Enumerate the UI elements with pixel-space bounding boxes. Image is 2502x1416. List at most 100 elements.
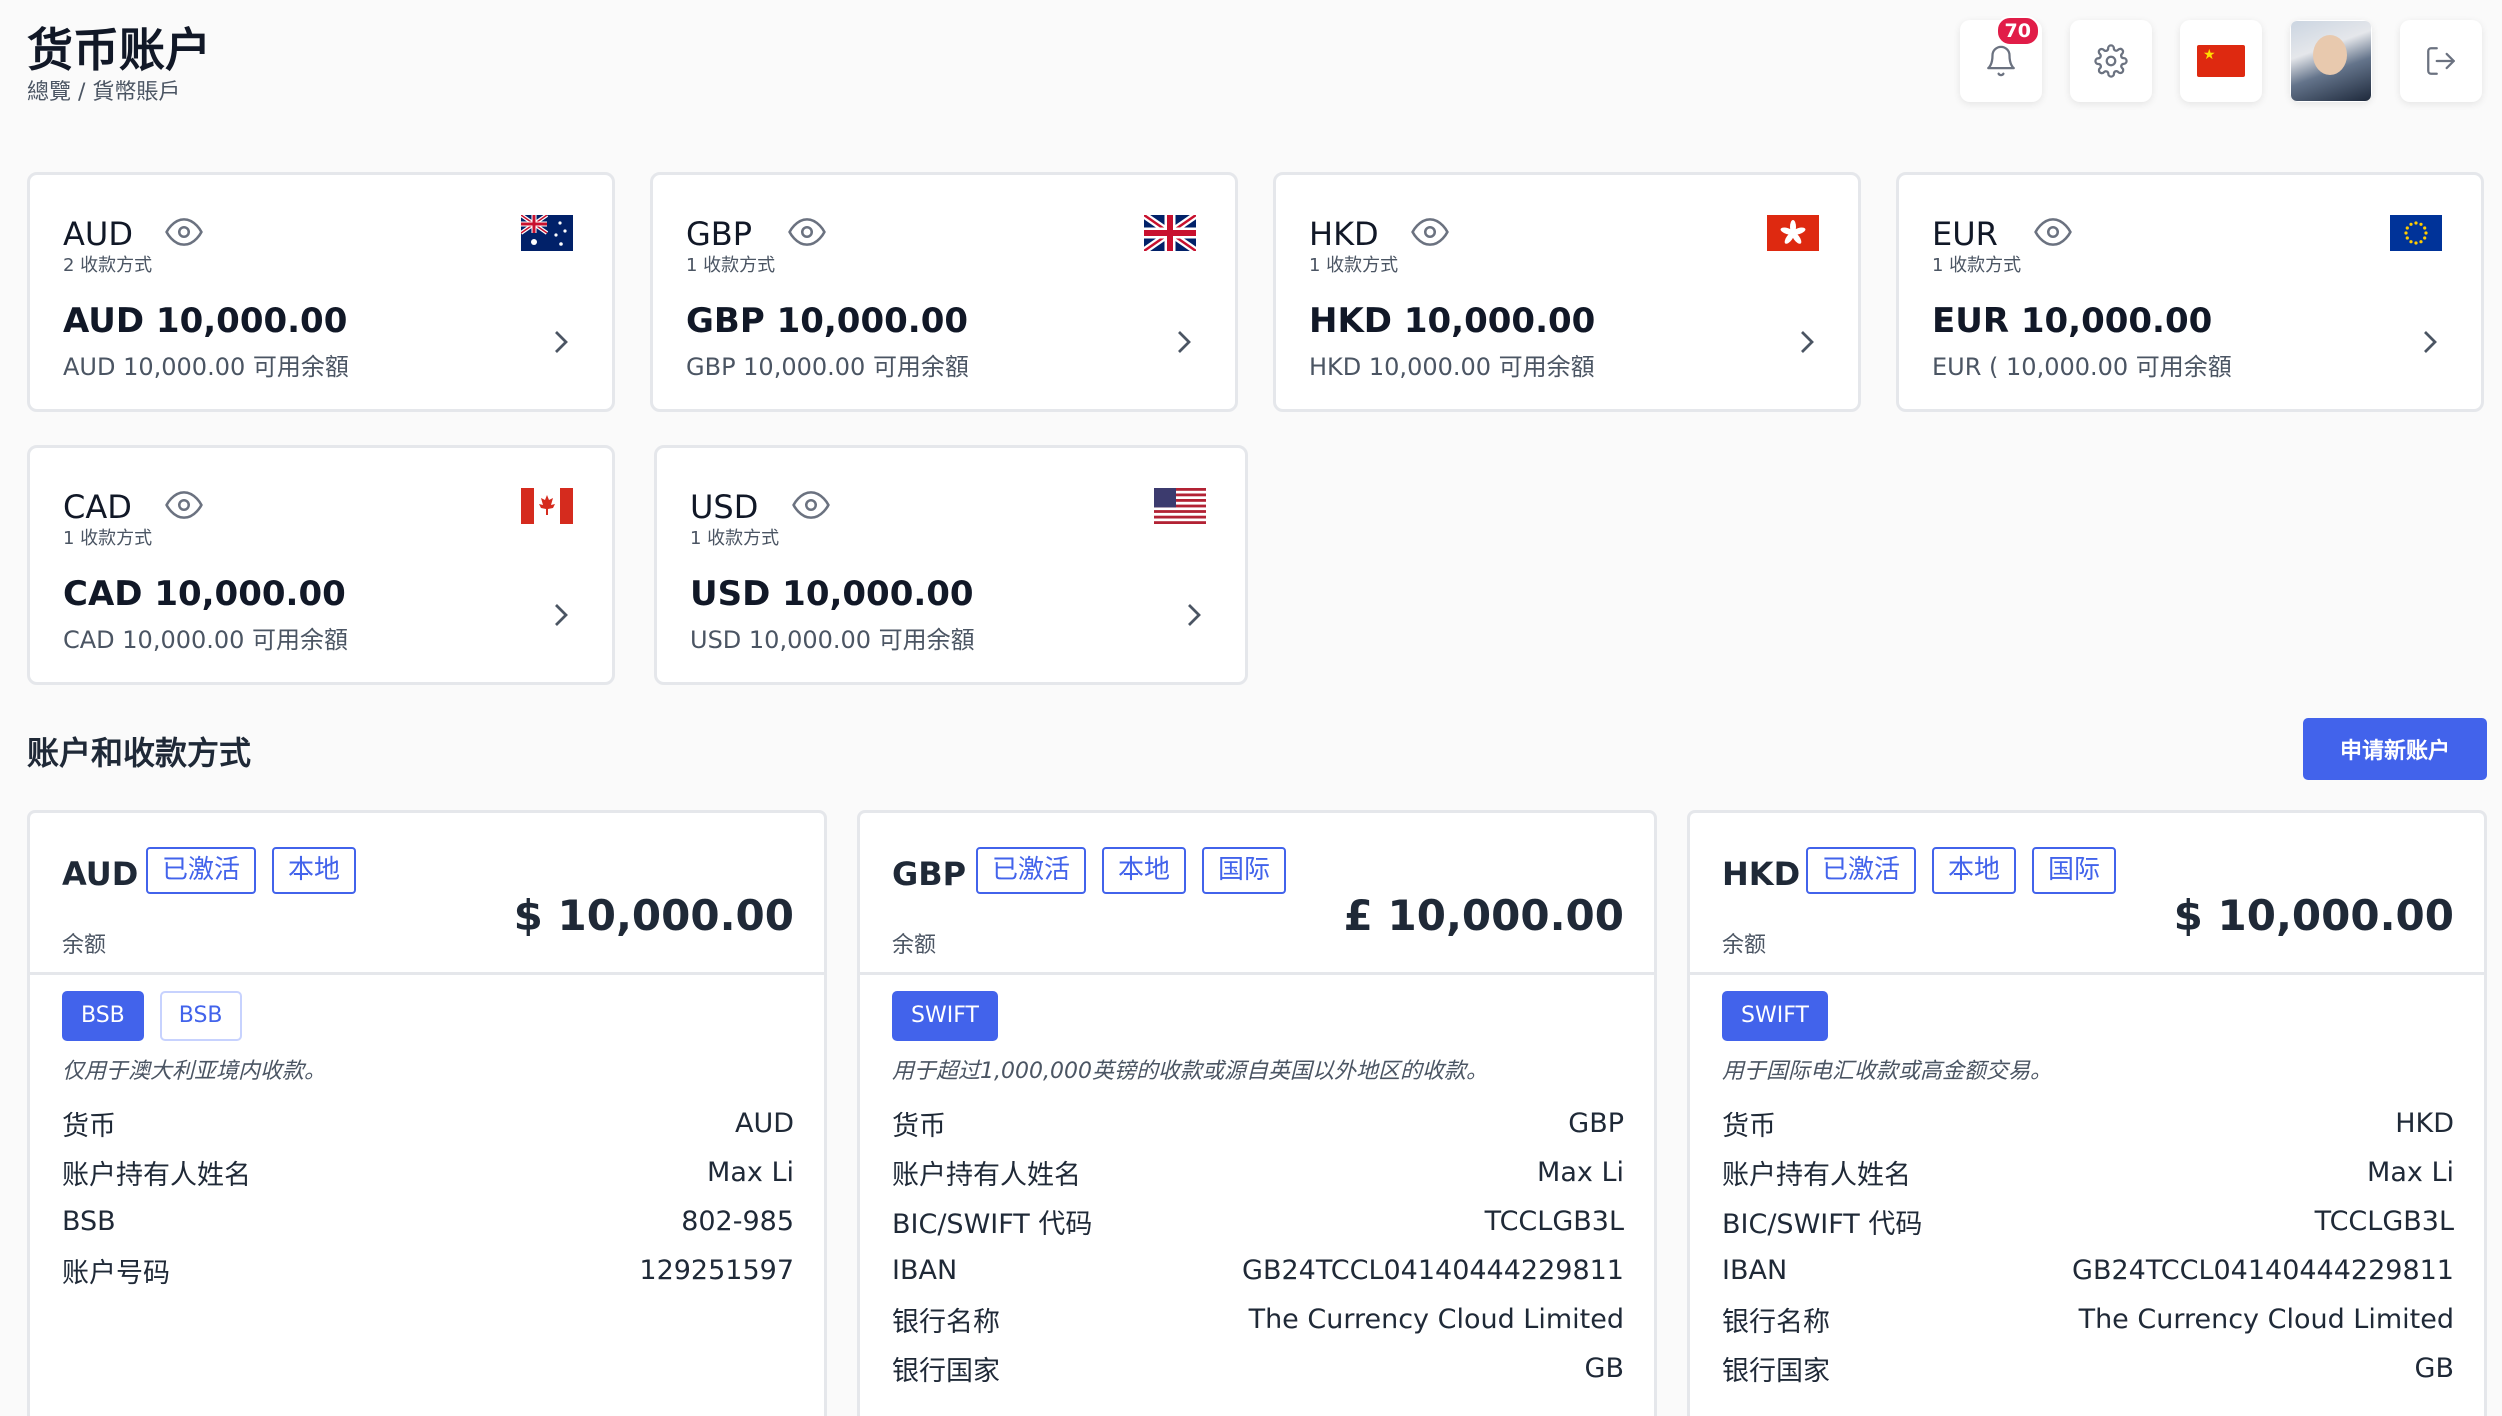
tag-international: 国际 [2032, 847, 2117, 895]
detail-row: 货币 GBP [892, 1099, 1624, 1148]
bell-icon [1987, 45, 2015, 77]
logout-icon [2427, 47, 2455, 75]
tag-activated: 已激活 [146, 847, 257, 895]
avatar-button[interactable] [2290, 20, 2372, 102]
method-count: 1 收款方式 [1309, 255, 1399, 276]
us-flag-icon [1151, 484, 1209, 528]
chevron-right-icon[interactable] [2415, 327, 2445, 361]
detail-key: 银行国家 [1722, 1356, 1830, 1388]
method-tab-bsb[interactable]: BSB [62, 991, 144, 1042]
method-count: 2 收款方式 [63, 255, 153, 276]
payment-methods: SWIFT [1722, 991, 2454, 1042]
account-tags: 已激活 本地 [146, 847, 357, 895]
notification-badge: 70 [1995, 16, 2040, 46]
detail-value: TCCLGB3L [1484, 1206, 1624, 1238]
account-code: HKD [1722, 855, 1801, 893]
currency-available: AUD 10,000.00 可用余額 [63, 353, 349, 381]
page-title: 货币账户 [27, 23, 211, 77]
hong-kong-flag-icon [1764, 211, 1822, 255]
detail-key: IBAN [892, 1255, 958, 1287]
detail-row: 货币 AUD [62, 1099, 794, 1148]
currency-available: CAD 10,000.00 可用余額 [63, 626, 349, 654]
currency-card-aud[interactable]: AUD 2 收款方式 AUD 10,000.00 AUD 10,000.00 可… [27, 172, 615, 412]
detail-row: BIC/SWIFT 代码 TCCLGB3L [892, 1197, 1624, 1246]
eye-icon[interactable] [165, 486, 203, 528]
account-card-hkd: HKD 已激活 本地 国际 余额 $ 10,000.00 SWIFT 用于国际电… [1687, 810, 2487, 1416]
currency-code: AUD [63, 215, 133, 253]
detail-key: 货币 [62, 1111, 116, 1143]
logout-button[interactable] [2400, 20, 2482, 102]
chevron-right-icon[interactable] [1169, 327, 1199, 361]
currency-balance: EUR 10,000.00 [1932, 301, 2213, 341]
settings-button[interactable] [2070, 20, 2152, 102]
account-body: BSB BSB 仅用于澳大利亚境内收款。 货币 AUD 账户持有人姓名 Max Li… [30, 975, 824, 1295]
account-code: GBP [892, 855, 967, 893]
method-tab-swift[interactable]: SWIFT [892, 991, 998, 1042]
chevron-right-icon[interactable] [1792, 327, 1822, 361]
method-description: 用于超过1,000,000英镑的收款或源自英国以外地区的收款。 [892, 1059, 1488, 1085]
currency-balance: HKD 10,000.00 [1309, 301, 1596, 341]
detail-row: 账户号码 129251597 [62, 1246, 794, 1295]
method-count: 1 收款方式 [690, 528, 780, 549]
method-count: 1 收款方式 [63, 528, 153, 549]
eye-icon[interactable] [1411, 213, 1449, 255]
uk-flag-icon [1141, 211, 1199, 255]
detail-row: 银行国家 GB [1722, 1344, 2454, 1393]
currency-card-gbp[interactable]: GBP 1 收款方式 GBP 10,000.00 GBP 10,000.00 可… [650, 172, 1238, 412]
method-tab-bsb-2[interactable]: BSB [159, 991, 242, 1042]
detail-row: 账户持有人姓名 Max Li [1722, 1148, 2454, 1197]
detail-value: The Currency Cloud Limited [2078, 1304, 2454, 1336]
eye-icon[interactable] [788, 213, 826, 255]
breadcrumb[interactable]: 總覽 / 貨幣賬戶 [27, 74, 180, 106]
chevron-right-icon[interactable] [546, 600, 576, 634]
top-actions: 70 [1960, 16, 2482, 102]
balance-label: 余额 [62, 933, 107, 958]
detail-key: 账户号码 [62, 1258, 170, 1290]
eye-icon[interactable] [165, 213, 203, 255]
currency-code: USD [690, 488, 759, 526]
detail-row: 货币 HKD [1722, 1099, 2454, 1148]
account-header: HKD 已激活 本地 国际 余额 $ 10,000.00 [1690, 813, 2484, 975]
language-button[interactable] [2180, 20, 2262, 102]
avatar [2291, 21, 2371, 101]
currency-balance: GBP 10,000.00 [686, 301, 969, 341]
detail-value: Max Li [2367, 1157, 2454, 1189]
detail-value: GB24TCCL04140444229811 [1242, 1255, 1624, 1287]
tag-local: 本地 [1932, 847, 2017, 895]
method-description: 用于国际电汇收款或高金额交易。 [1722, 1059, 2053, 1085]
detail-key: IBAN [1722, 1255, 1788, 1287]
australia-flag-icon [518, 211, 576, 255]
detail-row: 账户持有人姓名 Max Li [62, 1148, 794, 1197]
apply-new-account-button[interactable]: 申请新账户 [2303, 718, 2487, 780]
notifications-button[interactable]: 70 [1960, 16, 2042, 102]
currency-code: EUR [1932, 215, 1998, 253]
balance-label: 余额 [1722, 933, 1767, 958]
detail-value: GB [2414, 1353, 2454, 1385]
currency-card-eur[interactable]: EUR 1 收款方式 EUR 10,000.00 EUR ( 10,000.00… [1896, 172, 2484, 412]
eye-icon[interactable] [792, 486, 830, 528]
detail-key: 货币 [892, 1111, 946, 1143]
chevron-right-icon[interactable] [1179, 600, 1209, 634]
detail-value: 129251597 [639, 1255, 794, 1287]
account-balance: $ 10,000.00 [2173, 891, 2454, 940]
detail-key: 账户持有人姓名 [892, 1160, 1081, 1192]
currency-balance: USD 10,000.00 [690, 574, 974, 614]
currency-card-usd[interactable]: USD 1 收款方式 USD 10,000.00 USD 10,000.00 可… [654, 445, 1248, 685]
currency-card-hkd[interactable]: HKD 1 收款方式 HKD 10,000.00 HKD 10,000.00 可… [1273, 172, 1861, 412]
account-balance: £ 10,000.00 [1343, 891, 1624, 940]
detail-value: AUD [734, 1108, 794, 1140]
canada-flag-icon [518, 484, 576, 528]
detail-row: 银行名称 The Currency Cloud Limited [1722, 1295, 2454, 1344]
detail-key: 银行国家 [892, 1356, 1000, 1388]
tag-activated: 已激活 [1806, 847, 1917, 895]
detail-key: 银行名称 [1722, 1307, 1830, 1339]
method-description: 仅用于澳大利亚境内收款。 [62, 1059, 327, 1085]
currency-card-cad[interactable]: CAD 1 收款方式 CAD 10,000.00 CAD 10,000.00 可… [27, 445, 615, 685]
currency-available: GBP 10,000.00 可用余額 [686, 353, 969, 381]
account-tags: 已激活 本地 国际 [976, 847, 1287, 895]
detail-key: BIC/SWIFT 代码 [1722, 1209, 1923, 1241]
eu-flag-icon [2387, 211, 2445, 255]
eye-icon[interactable] [2034, 213, 2072, 255]
method-tab-swift[interactable]: SWIFT [1722, 991, 1828, 1042]
chevron-right-icon[interactable] [546, 327, 576, 361]
